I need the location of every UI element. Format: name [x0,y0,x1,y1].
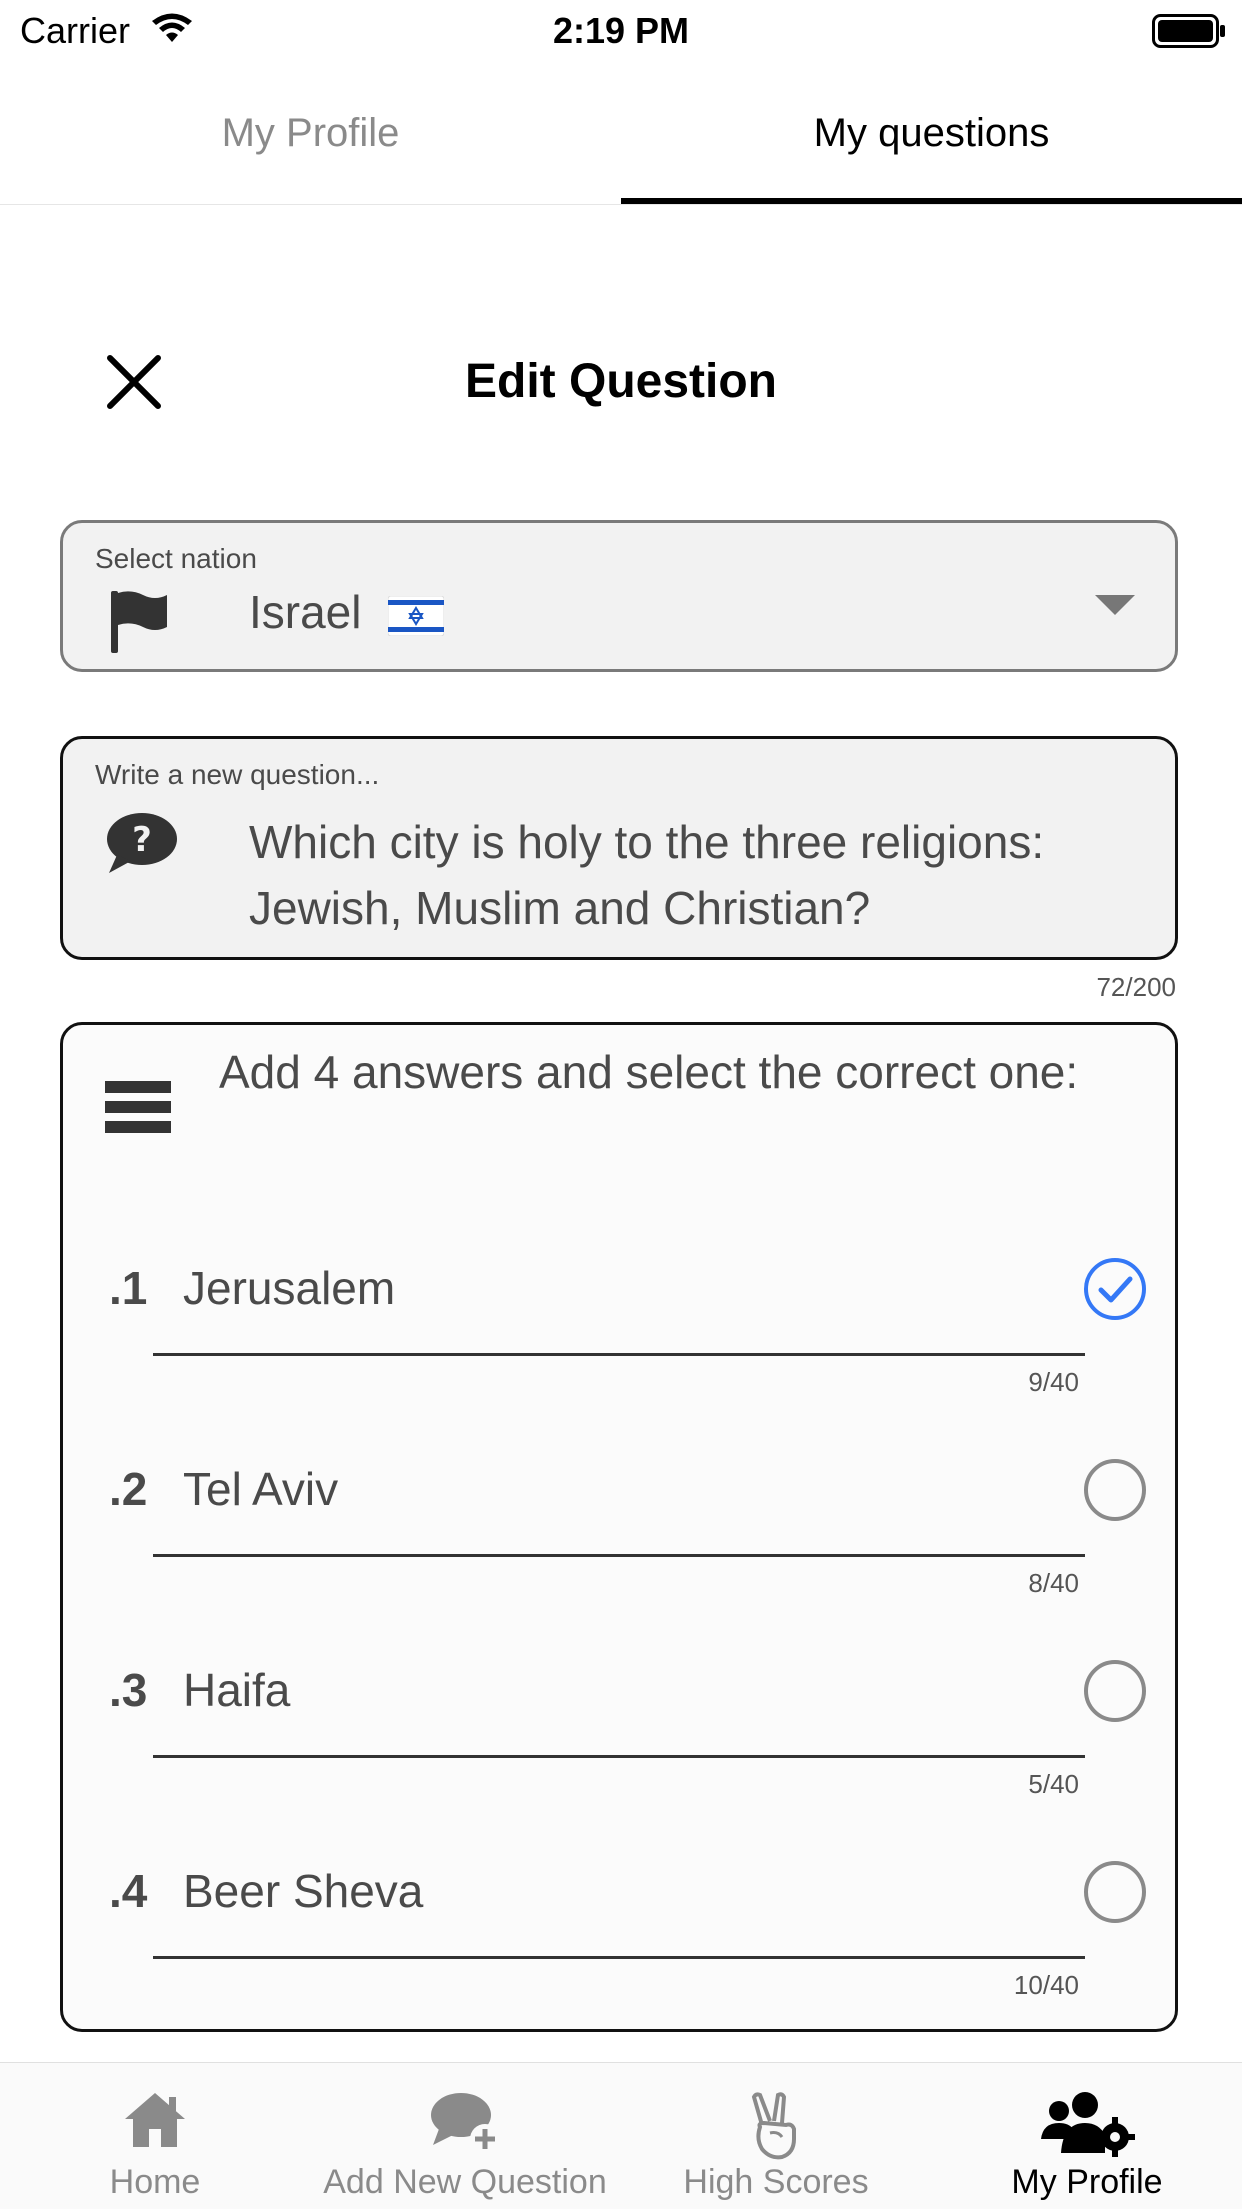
nation-value-text: Israel [249,586,362,638]
answer-input[interactable]: Haifa [183,1663,290,1717]
question-input-label: Write a new question... [95,759,380,790]
answer-input[interactable]: Tel Aviv [183,1462,338,1516]
question-input[interactable]: Write a new question... ? Which city is … [60,736,1178,960]
answer-underline [153,1353,1085,1356]
answer-row: .3 Haifa 5/40 [63,1633,1175,1833]
answer-row: .1 Jerusalem 9/40 [63,1231,1175,1431]
israel-flag-icon [388,595,445,636]
nav-home-label: Home [109,2163,201,2201]
answer-char-counter: 5/40 [1028,1769,1079,1799]
answer-row: .4 Beer Sheva 10/40 [63,1834,1175,2034]
nav-my-profile[interactable]: My Profile [932,2063,1242,2209]
edit-question-title: Edit Question [465,355,777,408]
answer-char-counter: 9/40 [1028,1367,1079,1397]
tab-my-questions[interactable]: My questions [621,62,1242,204]
question-char-counter: 72/200 [1096,972,1176,1002]
dropdown-caret-icon[interactable] [1093,593,1137,617]
status-bar: Carrier 2:19 PM [0,0,1242,62]
nav-add-new-question-label: Add New Question [323,2163,607,2201]
answer-input[interactable]: Jerusalem [183,1261,395,1315]
question-text: Which city is holy to the three religion… [249,816,1045,934]
victory-hand-icon [751,2092,796,2160]
close-icon[interactable] [104,352,164,412]
nav-home[interactable]: Home [0,2063,310,2209]
nav-add-new-question[interactable]: Add New Question [310,2063,620,2209]
answer-number: .1 [109,1262,148,1314]
answer-underline [153,1956,1085,1959]
bottom-tab-bar: Home Add New Question High Scores My Pro… [0,2062,1242,2209]
nav-high-scores-label: High Scores [683,2163,869,2201]
nav-high-scores[interactable]: High Scores [621,2063,931,2209]
flag-icon [111,591,167,653]
nav-my-profile-label: My Profile [1011,2163,1163,2201]
nation-select[interactable]: Select nation Israel [60,520,1178,672]
nation-select-label: Select nation [95,543,257,574]
tab-my-profile[interactable]: My Profile [0,62,621,204]
top-tab-bar: My Profile My questions [0,62,1242,205]
add-question-icon [431,2093,500,2154]
answer-char-counter: 10/40 [1013,1970,1079,2000]
home-icon [125,2093,185,2147]
svg-text:?: ? [132,820,152,860]
answer-row: .2 Tel Aviv 8/40 [63,1432,1175,1632]
answers-heading: Add 4 answers and select the correct one… [219,1046,1079,1098]
answer-input[interactable]: Beer Sheva [183,1864,423,1918]
nation-value: Israel [249,585,445,639]
question-bubble-icon: ? [107,813,177,873]
radio-unchecked-icon[interactable] [1083,1659,1147,1723]
answer-underline [153,1554,1085,1557]
answers-panel: Add 4 answers and select the correct one… [60,1022,1178,2032]
active-tab-indicator [621,198,1242,204]
answer-number: .3 [109,1664,148,1716]
list-icon [105,1081,171,1133]
answer-underline [153,1755,1085,1758]
answer-char-counter: 8/40 [1028,1568,1079,1598]
battery-icon [1152,14,1225,48]
clock: 2:19 PM [552,10,690,51]
users-gear-icon [1041,2092,1135,2157]
answer-number: .4 [109,1865,148,1917]
radio-checked-icon[interactable] [1083,1257,1147,1321]
answer-number: .2 [109,1463,148,1515]
radio-unchecked-icon[interactable] [1083,1458,1147,1522]
radio-unchecked-icon[interactable] [1083,1860,1147,1924]
